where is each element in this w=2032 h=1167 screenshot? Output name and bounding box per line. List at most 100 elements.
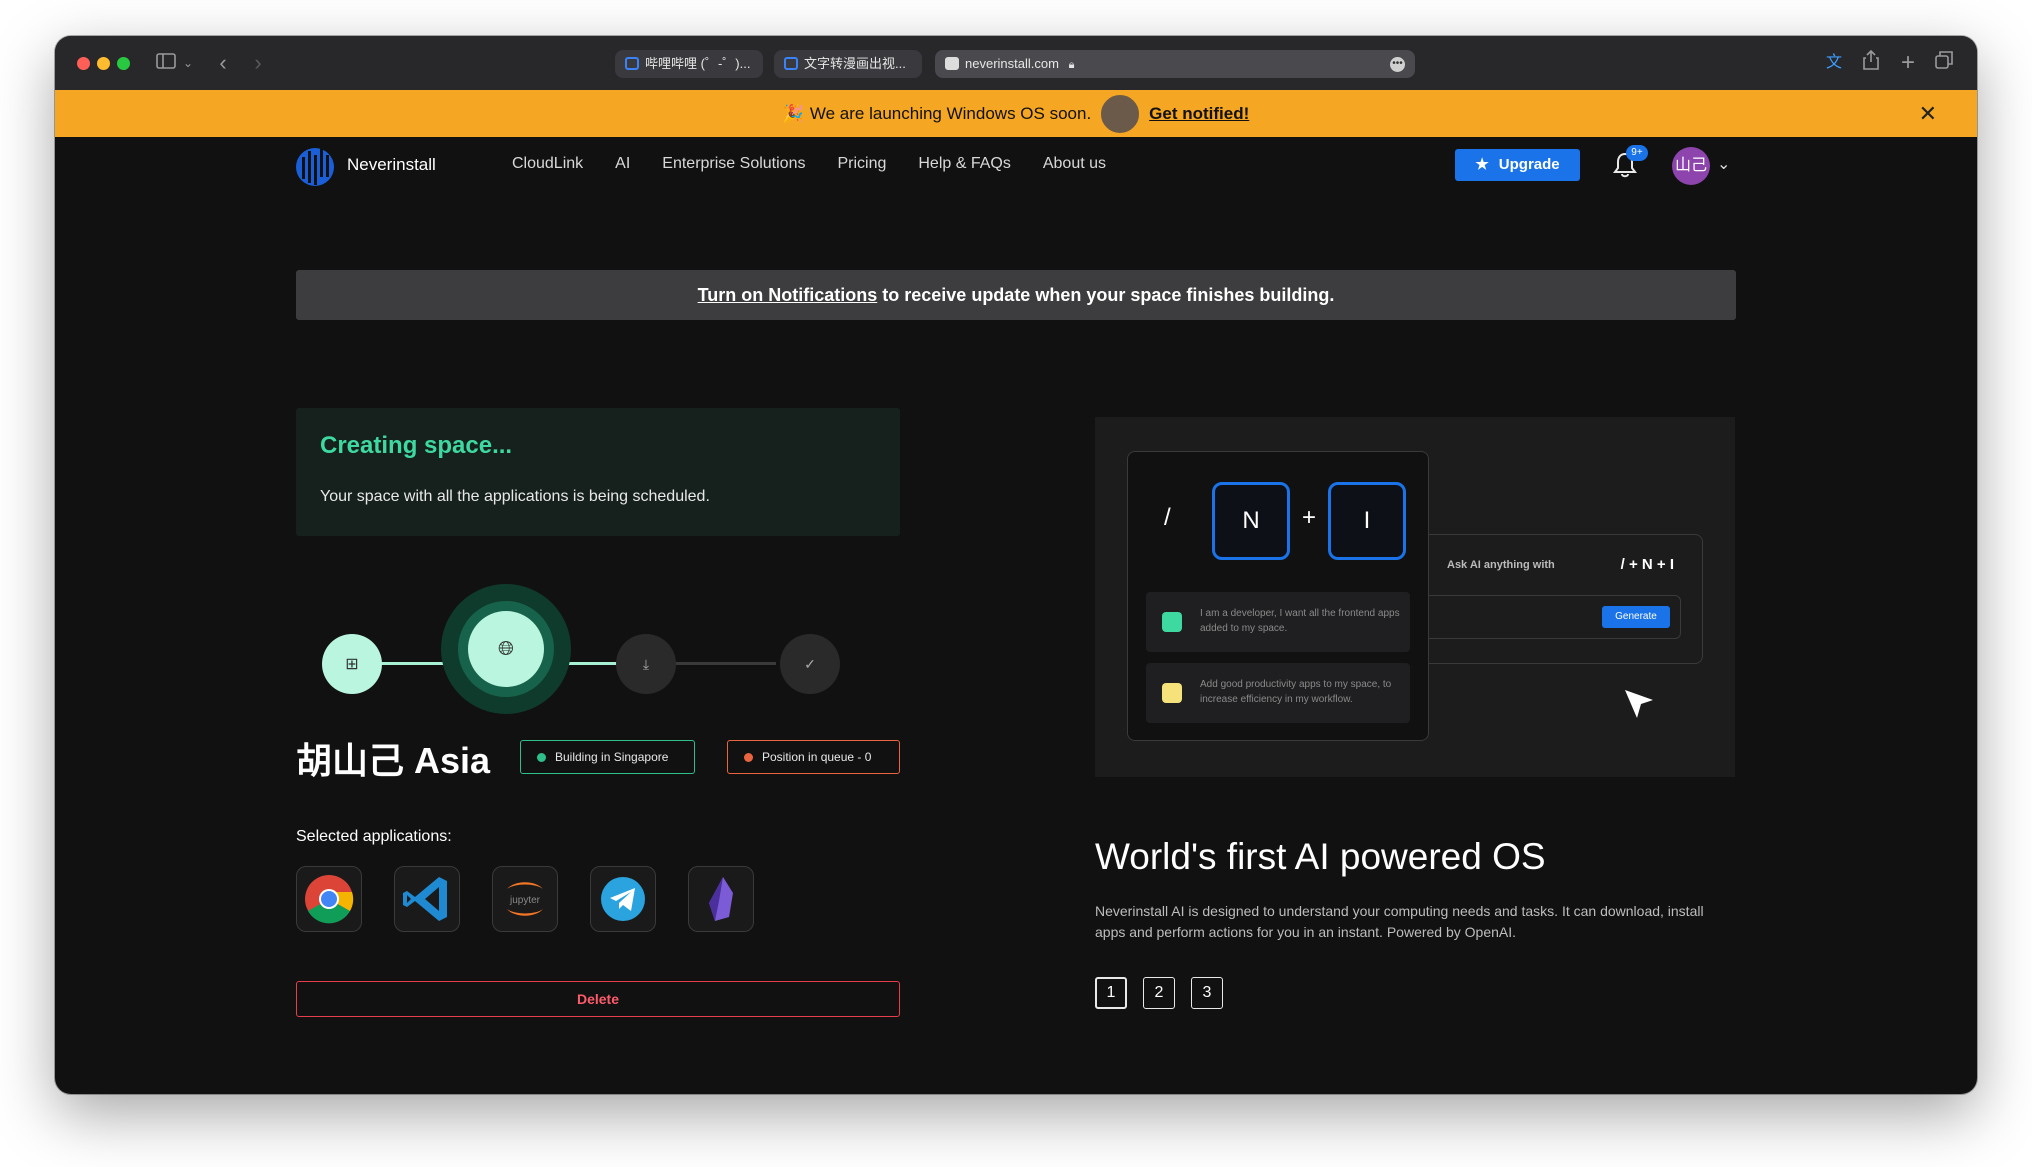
browser-tab[interactable]: 文字转漫画出视... [774, 50, 922, 78]
app-jupyter[interactable]: jupyter [492, 866, 558, 932]
status-subtitle: Your space with all the applications is … [320, 488, 710, 505]
key-n: N [1212, 482, 1290, 560]
ai-demo-illustration: / N + I I am a developer, I want all the… [1095, 417, 1735, 777]
status-card: Creating space... Your space with all th… [296, 408, 900, 536]
step-download: ⤓ [616, 634, 676, 694]
download-icon: ⤓ [642, 655, 650, 672]
status-title: Creating space... [320, 432, 513, 459]
carousel-page-1[interactable]: 1 [1095, 977, 1127, 1009]
status-badge-building: Building in Singapore [520, 740, 695, 774]
space-name: 胡山己 Asia [296, 740, 491, 781]
shortcut-card: / N + I I am a developer, I want all the… [1127, 451, 1429, 741]
delete-button[interactable]: Delete [296, 981, 900, 1017]
close-icon[interactable]: ✕ [1919, 101, 1937, 127]
step-complete: ✓ [780, 634, 840, 694]
chrome-icon [305, 875, 354, 924]
tab-overview-icon[interactable] [1933, 50, 1955, 76]
globe-icon: 🌐︎ [498, 637, 514, 660]
minimize-window-button[interactable] [97, 57, 110, 70]
status-badge-queue: Position in queue - 0 [727, 740, 900, 774]
tab-label: 哔哩哔哩 (゜-゜)... [645, 56, 751, 71]
tab-label: neverinstall.com [965, 56, 1059, 71]
carousel-page-3[interactable]: 3 [1191, 977, 1223, 1009]
translate-icon[interactable]: 文 [1823, 50, 1845, 76]
nav-item-about[interactable]: About us [1043, 155, 1106, 173]
grid-icon: ⊞ [345, 656, 359, 673]
ask-ai-input: Generate [1429, 595, 1681, 639]
share-icon[interactable] [1860, 49, 1882, 76]
cursor-icon [1625, 690, 1653, 718]
announcement-banner: 🎉 We are launching Windows OS soon. Get … [55, 90, 1977, 137]
status-dot [744, 753, 753, 762]
queue-position: Position in queue - 0 [762, 750, 872, 764]
new-tab-icon[interactable]: + [1897, 50, 1919, 76]
tab-label: 文字转漫画出视... [804, 56, 906, 71]
nav-item-help[interactable]: Help & FAQs [918, 155, 1010, 173]
notification-prompt: Turn on Notifications to receive update … [296, 270, 1736, 320]
bilibili-icon [784, 57, 798, 70]
app-chrome[interactable] [296, 866, 362, 932]
more-icon[interactable]: ••• [1390, 57, 1405, 72]
site-header: Neverinstall CloudLink AI Enterprise Sol… [55, 137, 1977, 193]
step-core: 🌐︎ [468, 611, 544, 687]
carousel-page-2[interactable]: 2 [1143, 977, 1175, 1009]
building-location: Building in Singapore [555, 750, 669, 764]
maximize-window-button[interactable] [117, 57, 130, 70]
nav-item-enterprise[interactable]: Enterprise Solutions [662, 155, 805, 173]
browser-tab[interactable]: 哔哩哔哩 (゜-゜)... [615, 50, 763, 78]
suggestion-developer: I am a developer, I want all the fronten… [1146, 592, 1410, 652]
browser-tab-active[interactable]: neverinstall.com 🔒︎ ••• [935, 50, 1415, 78]
forward-icon[interactable]: › [248, 50, 268, 76]
trend-icon [1162, 683, 1182, 703]
selected-apps-label: Selected applications: [296, 828, 452, 845]
nav-item-pricing[interactable]: Pricing [837, 155, 886, 173]
step-apps: ⊞ [322, 634, 382, 694]
sidebar-toggle-icon[interactable] [153, 50, 179, 76]
ask-ai-label: Ask AI anything with [1447, 559, 1555, 571]
chevron-down-icon[interactable]: ⌄ [181, 50, 195, 76]
feature-headline: World's first AI powered OS [1095, 836, 1546, 877]
ask-ai-panel: Ask AI anything with / + N + I Generate [1429, 534, 1703, 664]
site-favicon-icon [945, 57, 959, 70]
get-notified-link[interactable]: Get notified! [1149, 104, 1249, 124]
close-window-button[interactable] [77, 57, 90, 70]
app-obsidian[interactable] [688, 866, 754, 932]
brand-name[interactable]: Neverinstall [347, 155, 436, 175]
obsidian-icon [709, 877, 733, 921]
suggestion-text: Add good productivity apps to my space, … [1200, 679, 1392, 705]
nav-item-ai[interactable]: AI [615, 155, 630, 173]
step-scheduling-active: 🌐︎ [441, 584, 571, 714]
nav-item-cloudlink[interactable]: CloudLink [512, 155, 583, 173]
turn-on-notifications-link[interactable]: Turn on Notifications [698, 285, 878, 305]
app-telegram[interactable] [590, 866, 656, 932]
upgrade-label: Upgrade [1498, 156, 1560, 173]
chevron-down-icon[interactable]: ⌄ [1717, 154, 1730, 174]
feature-description: Neverinstall AI is designed to understan… [1095, 903, 1704, 940]
key-slash: / [1164, 504, 1171, 531]
browser-window: ⌄ ‹ › 哔哩哔哩 (゜-゜)... 文字转漫画出视... neverinst… [55, 36, 1977, 1094]
party-icon: 🎉 [782, 103, 804, 123]
jupyter-icon: jupyter [507, 882, 543, 916]
avatar[interactable]: 山己 [1672, 147, 1710, 185]
suggestion-productivity: Add good productivity apps to my space, … [1146, 663, 1410, 723]
star-icon: ★ [1475, 156, 1489, 173]
telegram-icon [601, 877, 645, 921]
generate-button: Generate [1602, 606, 1670, 628]
step-ring: 🌐︎ [458, 601, 554, 697]
back-icon[interactable]: ‹ [213, 50, 233, 76]
status-dot [537, 753, 546, 762]
code-icon [1162, 612, 1182, 632]
jupyter-wordmark: jupyter [509, 895, 541, 906]
bilibili-icon [625, 57, 639, 70]
app-vscode[interactable] [394, 866, 460, 932]
neverinstall-logo-icon[interactable] [295, 147, 335, 187]
mascot-image [1099, 92, 1142, 135]
announcement-text: We are launching Windows OS soon. [809, 103, 1092, 123]
announcement-content: 🎉 We are launching Windows OS soon. Get … [55, 90, 1977, 137]
main-menu: CloudLink AI Enterprise Solutions Pricin… [512, 155, 1138, 173]
notification-badge: 9+ [1626, 145, 1648, 161]
notification-prompt-text: to receive update when your space finish… [877, 285, 1335, 305]
key-plus: + [1302, 504, 1317, 531]
key-i: I [1328, 482, 1406, 560]
upgrade-button[interactable]: ★ Upgrade [1455, 149, 1580, 181]
